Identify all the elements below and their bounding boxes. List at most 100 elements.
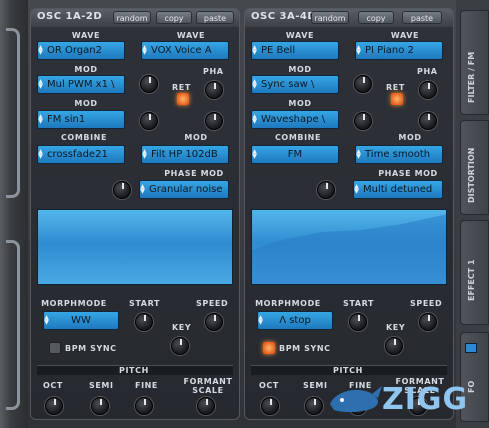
osc2-panel: OSC 3A-4D random copy paste WAVE WAVE ▲ ▼… <box>244 8 454 420</box>
osc1-wave1-display[interactable]: ▲ ▼ OR Organ2 <box>37 41 125 60</box>
osc2-mod2-label: MOD <box>288 99 312 108</box>
osc1-mod2-knob[interactable] <box>140 112 158 130</box>
osc1-bpm-sync-led[interactable] <box>49 342 61 354</box>
rack-rail-left <box>0 0 28 428</box>
osc1-start-label: START <box>129 299 161 308</box>
tab-filter-fm[interactable]: FILTER / FM <box>460 10 489 115</box>
stepper-arrows-icon[interactable]: ▲ ▼ <box>140 184 146 195</box>
osc1-speed-knob[interactable] <box>205 313 223 331</box>
tab-effect-1[interactable]: EFFECT 1 <box>460 220 489 325</box>
osc2-combine-display[interactable]: ▲ ▼ FM <box>251 145 339 164</box>
osc1-phase-amount-knob[interactable] <box>205 112 223 130</box>
stepper-arrows-icon[interactable]: ▲ ▼ <box>38 149 44 160</box>
osc1-mod1-knob[interactable] <box>140 75 158 93</box>
waveform-graphic <box>252 214 446 284</box>
osc1-wave-label-right: WAVE <box>176 31 206 40</box>
osc2-copy-button[interactable]: copy <box>358 11 394 24</box>
osc1-semi-knob[interactable] <box>91 397 109 415</box>
osc2-paste-button[interactable]: paste <box>402 11 442 24</box>
osc2-pha-knob[interactable] <box>419 81 437 99</box>
osc1-pha-knob[interactable] <box>205 81 223 99</box>
osc1-formant-label: FORMANT <box>183 377 233 386</box>
osc2-semi-knob[interactable] <box>305 397 323 415</box>
osc1-random-button[interactable]: random <box>113 11 151 24</box>
osc2-pitch-label: PITCH <box>333 366 363 375</box>
stepper-arrows-icon[interactable]: ▲ ▼ <box>356 45 362 56</box>
lfo-toggle-icon[interactable] <box>465 343 477 353</box>
osc1-wave2-display[interactable]: ▲ ▼ VOX Voice A <box>141 41 229 60</box>
osc2-wave-label-left: WAVE <box>285 31 315 40</box>
zigg-watermark-logo: ZIGG <box>326 378 486 422</box>
osc1-formant-knob[interactable] <box>197 397 215 415</box>
osc2-speed-knob[interactable] <box>419 313 437 331</box>
stepper-arrows-icon[interactable]: ▲ ▼ <box>258 315 264 326</box>
osc1-mod1-display[interactable]: ▲ ▼ Mul PWM x1 \ <box>37 75 125 94</box>
osc1-waveform-display[interactable] <box>37 209 233 285</box>
osc2-wave1-display[interactable]: ▲ ▼ PE Bell <box>251 41 339 60</box>
osc1-header: OSC 1A-2D random copy paste <box>31 9 239 27</box>
osc1-morphmode-display[interactable]: ▲ ▼ WW <box>43 311 119 330</box>
osc2-waveform-display[interactable] <box>251 209 447 285</box>
stepper-arrows-icon[interactable]: ▲ ▼ <box>38 79 44 90</box>
osc2-bpm-sync-led[interactable] <box>263 342 275 354</box>
stepper-arrows-icon[interactable]: ▲ ▼ <box>142 149 148 160</box>
osc2-ret-led[interactable] <box>391 93 403 105</box>
osc1-wave-label-left: WAVE <box>71 31 101 40</box>
osc1-start-knob[interactable] <box>135 313 153 331</box>
stepper-arrows-icon[interactable]: ▲ ▼ <box>252 79 258 90</box>
osc1-morphmode-label: MORPHMODE <box>41 299 107 308</box>
osc2-header: OSC 3A-4D random copy paste <box>245 9 453 27</box>
osc2-mod1-display[interactable]: ▲ ▼ Sync saw \ <box>251 75 339 94</box>
osc2-combine-label: COMBINE <box>274 133 322 142</box>
osc2-mod3-display[interactable]: ▲ ▼ Time smooth <box>355 145 443 164</box>
stepper-arrows-icon[interactable]: ▲ ▼ <box>142 45 148 56</box>
tab-distortion[interactable]: DISTORTION <box>460 120 489 215</box>
osc1-paste-button[interactable]: paste <box>196 11 234 24</box>
osc2-mod2-knob[interactable] <box>354 112 372 130</box>
osc1-copy-button[interactable]: copy <box>156 11 192 24</box>
osc1-oct-knob[interactable] <box>45 397 63 415</box>
osc1-mod3-display[interactable]: ▲ ▼ Filt HP 102dB <box>141 145 229 164</box>
osc2-mod1-knob[interactable] <box>354 75 372 93</box>
osc2-pha-label: PHA <box>417 67 438 76</box>
osc1-pitch-label: PITCH <box>119 366 149 375</box>
osc2-wave2-display[interactable]: ▲ ▼ PI Piano 2 <box>355 41 443 60</box>
osc1-key-knob[interactable] <box>171 337 189 355</box>
stepper-arrows-icon[interactable]: ▲ ▼ <box>252 114 258 125</box>
stepper-arrows-icon[interactable]: ▲ ▼ <box>44 315 50 326</box>
osc1-mod3-label: MOD <box>184 133 208 142</box>
osc2-key-knob[interactable] <box>385 337 403 355</box>
stepper-arrows-icon[interactable]: ▲ ▼ <box>252 149 258 160</box>
stepper-arrows-icon[interactable]: ▲ ▼ <box>354 184 360 195</box>
osc1-oct-label: OCT <box>43 381 63 390</box>
stepper-arrows-icon[interactable]: ▲ ▼ <box>38 114 44 125</box>
osc2-title: OSC 3A-4D <box>251 11 317 22</box>
osc1-combine-label: COMBINE <box>60 133 108 142</box>
osc2-mod2-display[interactable]: ▲ ▼ Waveshape \ <box>251 110 339 129</box>
osc1-phasemod-display[interactable]: ▲ ▼ Granular noise <box>139 180 229 199</box>
osc2-mod1-label: MOD <box>288 65 312 74</box>
osc2-start-knob[interactable] <box>349 313 367 331</box>
osc2-wave-label-right: WAVE <box>390 31 420 40</box>
osc2-morphmode-label: MORPHMODE <box>255 299 321 308</box>
osc1-fine-knob[interactable] <box>135 397 153 415</box>
osc2-phase-amount-knob[interactable] <box>419 112 437 130</box>
osc1-combine-display[interactable]: ▲ ▼ crossfade21 <box>37 145 125 164</box>
osc2-phasemod-display[interactable]: ▲ ▼ Multi detuned <box>353 180 443 199</box>
osc2-random-button[interactable]: random <box>311 11 349 24</box>
osc1-phasemod-knob[interactable] <box>113 181 131 199</box>
osc1-mod2-label: MOD <box>74 99 98 108</box>
osc2-morphmode-display[interactable]: ▲ ▼ Λ stop <box>257 311 333 330</box>
osc2-phasemod-knob[interactable] <box>317 181 335 199</box>
stepper-arrows-icon[interactable]: ▲ ▼ <box>38 45 44 56</box>
osc2-oct-label: OCT <box>259 381 279 390</box>
osc1-panel: OSC 1A-2D random copy paste WAVE WAVE ▲ ▼… <box>30 8 240 420</box>
osc2-ret-label: RET <box>386 83 405 92</box>
osc2-oct-knob[interactable] <box>261 397 279 415</box>
stepper-arrows-icon[interactable]: ▲ ▼ <box>252 45 258 56</box>
osc1-speed-label: SPEED <box>196 299 229 308</box>
osc1-mod2-display[interactable]: ▲ ▼ FM sin1 <box>37 110 125 129</box>
osc1-mod1-label: MOD <box>74 65 98 74</box>
osc1-ret-led[interactable] <box>177 93 189 105</box>
stepper-arrows-icon[interactable]: ▲ ▼ <box>356 149 362 160</box>
